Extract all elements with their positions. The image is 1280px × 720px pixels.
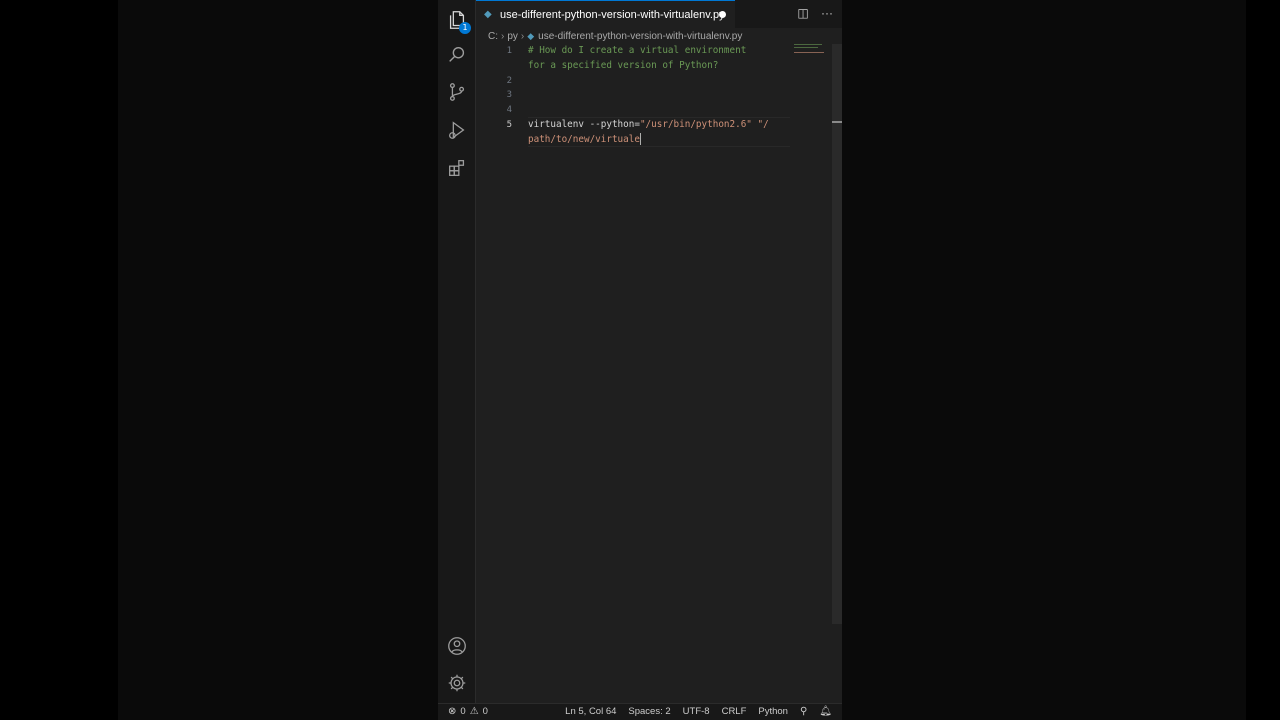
code-token-string: "/usr/bin/python2.6": [639, 119, 752, 130]
vscode-window: 1 ◆ use-different-python-version-with-vi…: [438, 0, 842, 720]
left-background-band: [118, 0, 438, 720]
encoding[interactable]: UTF-8: [683, 706, 710, 717]
code-editor[interactable]: 1 2 3 4 5 # How do I create a virtual en…: [476, 44, 842, 703]
explorer-badge: 1: [459, 22, 471, 34]
cursor-position[interactable]: Ln 5, Col 64: [565, 706, 616, 717]
code-token-string: path/to/new/virtuale: [528, 133, 640, 145]
python-file-icon: ◆: [484, 9, 492, 20]
status-bar: ⊗ 0 ⚠ 0 Ln 5, Col 64 Spaces: 2 UTF-8 CRL…: [438, 703, 842, 720]
copilot-icon[interactable]: ⚲: [800, 706, 807, 717]
split-editor-icon[interactable]: ◫: [796, 6, 810, 20]
code-line: for a specified version of Python?: [528, 59, 719, 71]
search-icon[interactable]: [445, 43, 469, 67]
warning-icon: ⚠: [469, 706, 479, 717]
right-background-band: [842, 0, 1246, 720]
editor-tab[interactable]: ◆ use-different-python-version-with-virt…: [476, 0, 735, 28]
code-token-string: "/: [757, 119, 769, 130]
extensions-icon[interactable]: [445, 156, 469, 180]
more-actions-icon[interactable]: ···: [820, 6, 834, 20]
breadcrumb: C: › py › ◆ use-different-python-version…: [488, 29, 742, 43]
account-icon[interactable]: [445, 634, 469, 658]
code-line: virtualenv --python="/usr/bin/python2.6"…: [528, 118, 769, 133]
code-line-wrapped: path/to/new/virtuale: [528, 133, 641, 148]
problems-indicator[interactable]: ⊗ 0 ⚠ 0: [448, 706, 488, 717]
line-number-active: 5: [506, 120, 512, 130]
code-line: # How do I create a virtual environment: [528, 45, 747, 56]
unsaved-dot-icon[interactable]: [719, 11, 726, 18]
line-number: 4: [506, 105, 512, 116]
indentation[interactable]: Spaces: 2: [628, 706, 670, 717]
settings-gear-icon[interactable]: [445, 671, 469, 695]
cursor-position-marker: [832, 121, 842, 123]
text-cursor: [639, 133, 641, 146]
chevron-right-icon: ›: [520, 30, 525, 42]
activity-bar: 1: [438, 0, 476, 703]
line-number: 3: [506, 90, 512, 101]
line-number: 2: [506, 75, 512, 86]
source-control-icon[interactable]: [445, 80, 469, 104]
breadcrumb-file[interactable]: use-different-python-version-with-virtua…: [538, 31, 742, 42]
line-number: 1: [506, 46, 512, 56]
line-ending[interactable]: CRLF: [722, 706, 747, 717]
files-icon[interactable]: 1: [445, 8, 471, 34]
status-right-items: Ln 5, Col 64 Spaces: 2 UTF-8 CRLF Python…: [565, 706, 832, 717]
breadcrumb-drive[interactable]: C:: [488, 31, 498, 42]
tab-label: use-different-python-version-with-virtua…: [500, 8, 725, 21]
chevron-right-icon: ›: [501, 30, 505, 42]
code-token-command: virtualenv --python=: [528, 119, 640, 130]
error-count: 0: [460, 706, 466, 717]
vertical-scrollbar[interactable]: [832, 44, 842, 624]
breadcrumb-folder[interactable]: py: [507, 31, 518, 42]
run-debug-icon[interactable]: [445, 118, 469, 142]
warning-count: 0: [482, 706, 488, 717]
python-file-icon: ◆: [527, 30, 535, 41]
tab-bar: ◆ use-different-python-version-with-virt…: [476, 0, 842, 28]
editor-actions: ◫ ···: [796, 6, 834, 20]
language-mode[interactable]: Python: [758, 706, 788, 717]
minimap[interactable]: [794, 44, 828, 58]
error-icon: ⊗: [448, 706, 457, 717]
bell-icon[interactable]: 🔔︎: [819, 706, 832, 717]
